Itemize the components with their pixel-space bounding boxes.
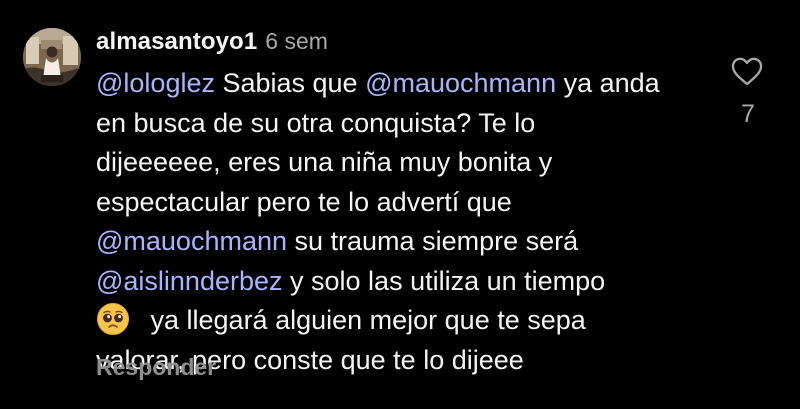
reply-button[interactable]: Responder (96, 354, 216, 381)
comment-text-segment: en busca de su otra conquista? Te lo (96, 107, 536, 138)
mention-link[interactable]: @mauochmann (96, 226, 287, 256)
comment-text-segment: y solo las utiliza un tiempo (282, 265, 606, 296)
comment-line: @mauochmann su trauma siempre será (96, 222, 716, 262)
comment-text-segment: ya anda (556, 68, 660, 98)
avatar[interactable] (23, 28, 81, 86)
comment-text-segment: Sabias que (214, 68, 366, 98)
comment-text-segment: dijeeeeee, eres una niña muy bonita y (96, 147, 553, 177)
pleading-face-emoji (96, 302, 130, 336)
mention-link[interactable]: @lologlez (96, 68, 215, 98)
comment-text-segment: su trauma siempre será (287, 226, 579, 256)
username[interactable]: almasantoyo1 (96, 28, 257, 56)
comment-line: dijeeeeee, eres una niña muy bonita y (96, 143, 716, 183)
timestamp: 6 sem (265, 28, 328, 54)
comment-text-segment: espectacular pero te lo advertí que (96, 186, 512, 217)
mention-link[interactable]: @aislinnderbez (96, 266, 283, 296)
comment-text: @lologlez Sabias que @mauochmann ya anda… (96, 64, 716, 380)
comment-line: espectacular pero te lo advertí que (96, 183, 716, 223)
heart-outline-icon[interactable] (730, 56, 764, 87)
mention-link[interactable]: @mauochmann (365, 68, 556, 98)
comment-line: @aislinnderbez y solo las utiliza un tie… (96, 262, 716, 302)
comment-text-segment: ya llegará alguien mejor que te sepa (143, 305, 586, 335)
comment-header: almasantoyo1 6 sem (96, 28, 328, 62)
comment-line: en busca de su otra conquista? Te lo (96, 104, 716, 144)
comment-line: @lologlez Sabias que @mauochmann ya anda (96, 64, 716, 104)
comment-line: ya llegará alguien mejor que te sepa (96, 301, 716, 341)
comment-item: almasantoyo1 6 sem @lologlez Sabias que … (0, 0, 800, 409)
like-count: 7 (741, 100, 755, 128)
